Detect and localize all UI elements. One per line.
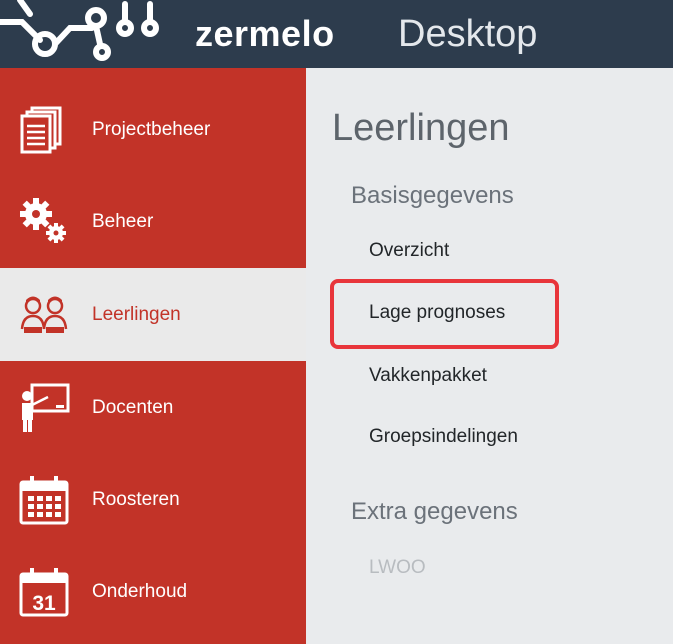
sidebar-item-beheer[interactable]: Beheer <box>0 175 306 268</box>
menu-link-vakkenpakket[interactable]: Vakkenpakket <box>369 365 487 387</box>
calendar-date-text: 31 <box>32 592 56 615</box>
sidebar-item-label: Roosteren <box>92 488 180 510</box>
sidebar-item-label: Onderhoud <box>92 580 188 602</box>
sidebar-item-onderhoud[interactable]: 31 Onderhoud <box>0 545 306 638</box>
sidebar-item-docenten[interactable]: Docenten <box>0 361 306 454</box>
menu-link-lwoo: LWOO <box>369 557 426 578</box>
app-header: zermelo Desktop <box>0 0 673 68</box>
sidebar-item-roosteren[interactable]: Roosteren <box>0 453 306 546</box>
page-title: Leerlingen <box>332 107 510 149</box>
sidebar-item-label: Projectbeheer <box>92 118 211 140</box>
calendar-31-icon: 31 <box>19 567 69 616</box>
circuit-logo-icon <box>0 0 159 61</box>
documents-icon <box>20 106 62 153</box>
sidebar-item-leerlingen[interactable]: Leerlingen <box>0 268 306 361</box>
sidebar-nav: Projectbeheer Beheer Leerlingen Docenten… <box>0 68 306 644</box>
sidebar-item-label: Docenten <box>92 396 174 418</box>
menu-link-overzicht[interactable]: Overzicht <box>369 240 449 262</box>
section-heading-extra-gegevens: Extra gegevens <box>351 498 518 525</box>
calendar-grid-icon <box>19 475 69 524</box>
teacher-board-icon <box>22 383 70 432</box>
gears-icon <box>20 197 66 243</box>
brand-name: zermelo <box>195 13 335 54</box>
sidebar-item-label: Leerlingen <box>92 303 181 325</box>
main-panel: Leerlingen Basisgegevens Overzicht Lage … <box>306 68 673 644</box>
menu-link-groepsindelingen[interactable]: Groepsindelingen <box>369 426 518 448</box>
menu-link-lage-prognoses[interactable]: Lage prognoses <box>369 302 505 324</box>
section-heading-basisgegevens: Basisgegevens <box>351 182 514 209</box>
students-icon <box>20 296 68 333</box>
sidebar-item-label: Beheer <box>92 210 154 232</box>
product-name: Desktop <box>398 13 538 55</box>
sidebar-item-projectbeheer[interactable]: Projectbeheer <box>0 83 306 176</box>
